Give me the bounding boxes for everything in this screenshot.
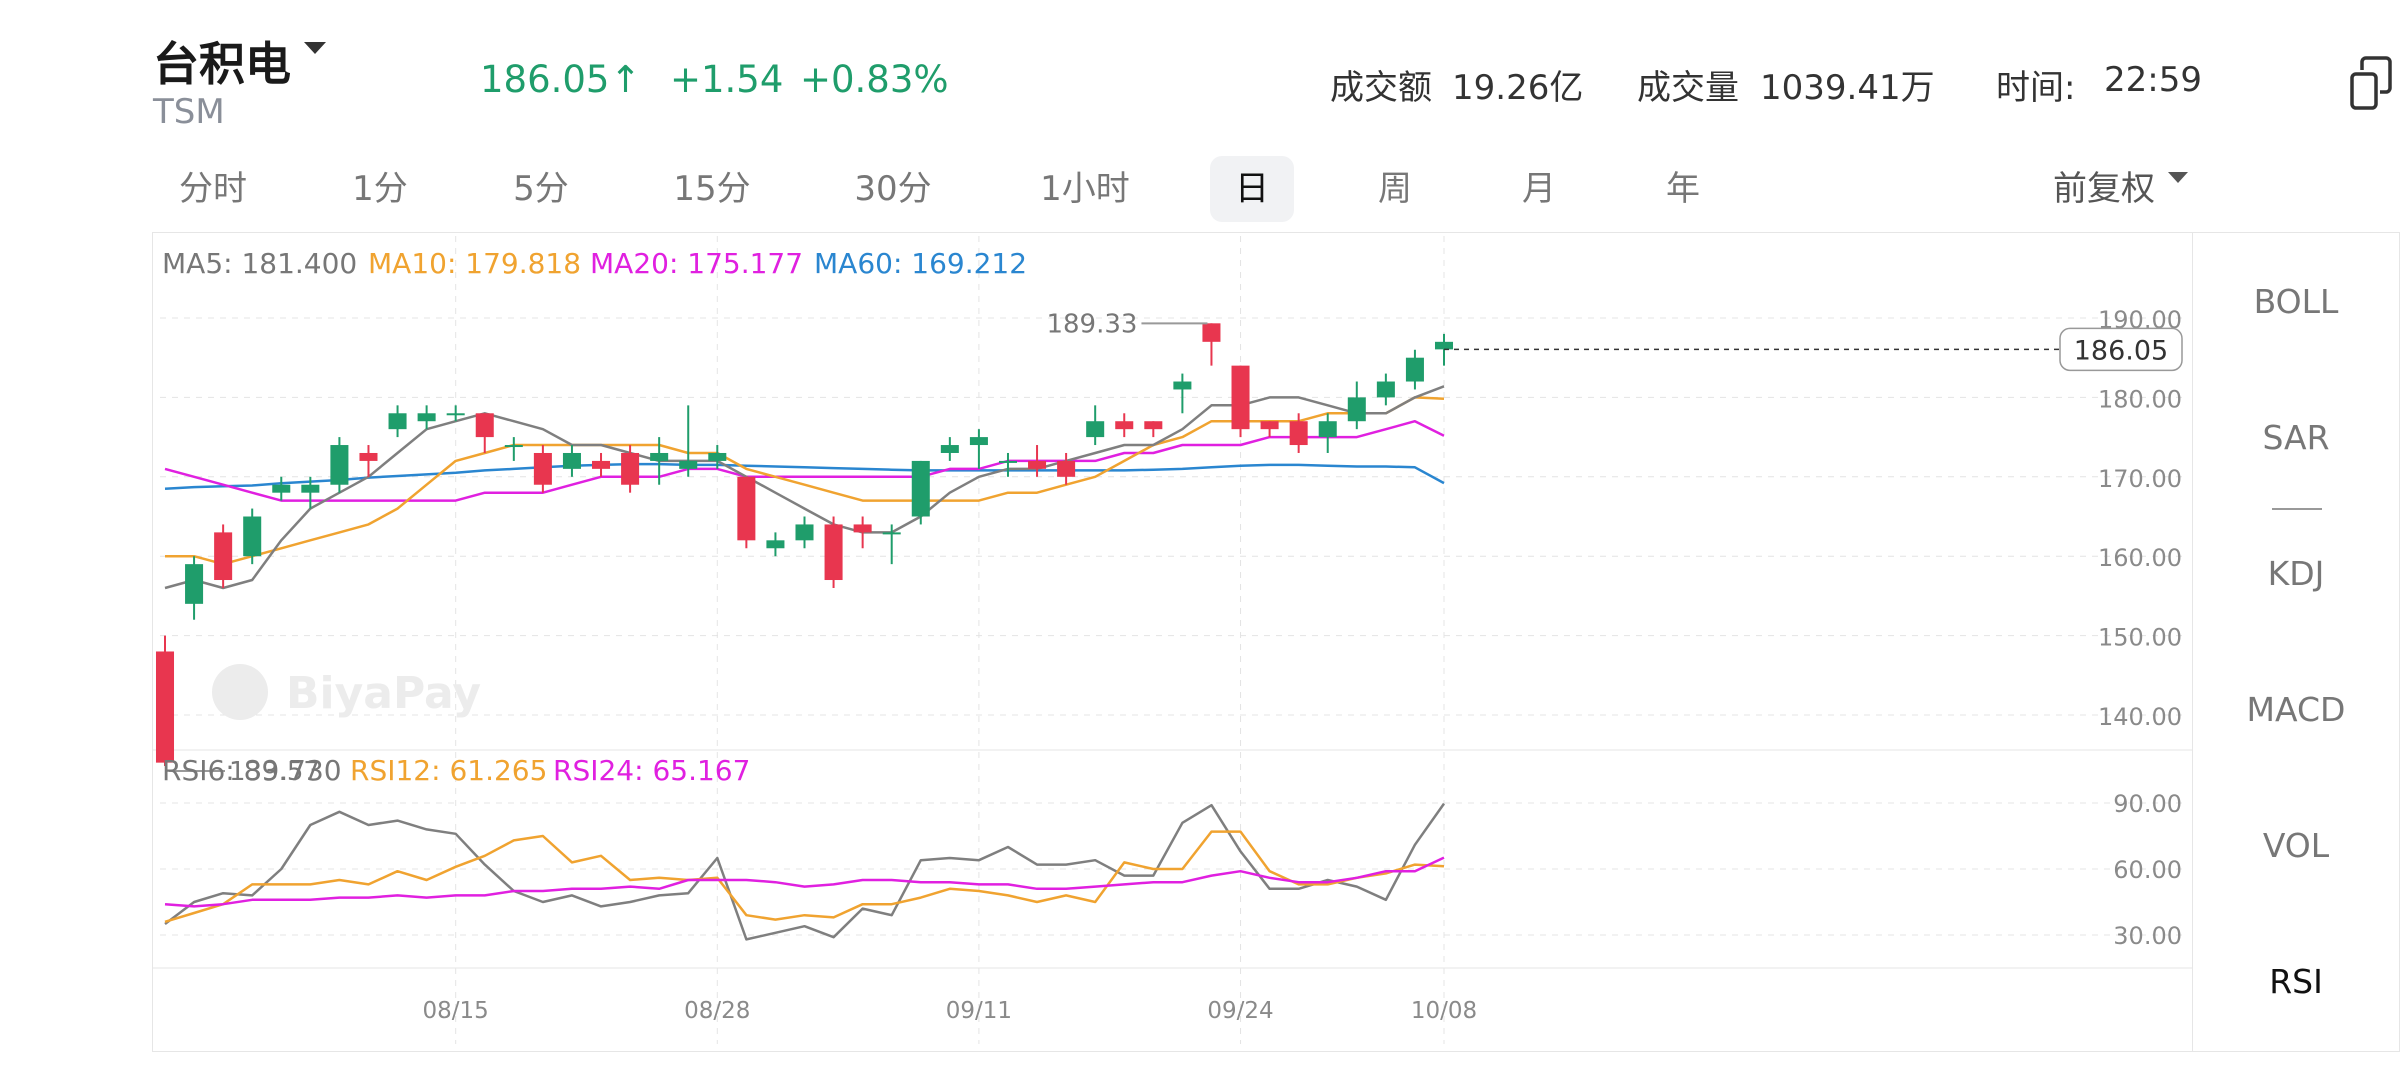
candle-body [504,445,523,448]
stock-chart[interactable]: 190.00180.00170.00160.00150.00140.0008/1… [0,0,2400,1080]
candle-body [446,413,465,416]
x-tick-label: 09/11 [946,998,1012,1024]
indicator-macd[interactable]: MACD [2192,690,2400,729]
candle-body [533,452,552,485]
candle-body [1173,381,1192,390]
candle-body [621,452,640,485]
candle-body [185,564,204,604]
candle-body [359,452,378,461]
indicator-kdj[interactable]: KDJ [2192,554,2400,593]
candle-body [562,452,581,469]
candle-body [911,460,930,517]
candle-body [388,413,407,430]
candle-body [330,445,349,485]
rsi-legend-rsi12: RSI12: 61.265 [350,754,547,787]
indicator-divider [2272,508,2322,510]
candle-body [1405,357,1424,382]
candle-body [853,524,872,533]
candle-body [417,413,436,422]
candle-body [1115,421,1134,430]
ma-legend-ma60: MA60: 169.212 [814,247,1027,280]
y-tick-label: 170.00 [2098,465,2182,493]
candle-body [1289,421,1308,446]
rsi-legend-rsi6: RSI6: 89.730 [162,754,342,787]
candle-body [882,532,901,535]
indicator-vol[interactable]: VOL [2192,826,2400,865]
indicator-sar[interactable]: SAR [2192,418,2400,457]
candle-body [1144,421,1163,430]
x-tick-label: 09/24 [1207,998,1273,1024]
rsi-legend-rsi24: RSI24: 65.167 [553,754,750,787]
x-tick-label: 10/08 [1411,998,1477,1024]
candle-body [998,460,1017,463]
candle-body [1231,365,1250,430]
y-tick-label: 180.00 [2098,385,2182,413]
candle-body [766,540,785,549]
candle-body [243,516,262,557]
watermark-logo-icon [212,664,268,720]
candle-body [708,452,727,461]
ma20-line [164,419,1445,502]
candle-body [1434,341,1454,350]
candle-body [155,651,175,763]
candle-body [940,445,959,453]
rsi-line-rsi6 [164,802,1446,941]
candle-body [214,532,233,581]
candle-body [1086,421,1105,438]
y-tick-label: 160.00 [2098,544,2182,572]
candle-body [301,484,320,493]
ma-legend-ma5: MA5: 181.400 [162,247,357,280]
x-tick-label: 08/15 [423,998,489,1024]
candle-body [1318,421,1337,438]
y-tick-label: 140.00 [2098,703,2182,731]
candle-body [1260,421,1279,430]
ma-legend-ma20: MA20: 175.177 [590,247,803,280]
ma-legend-ma10: MA10: 179.818 [368,247,581,280]
candle-body [592,460,611,469]
rsi-y-tick-label: 30.00 [2113,922,2182,950]
indicator-rsi[interactable]: RSI [2192,962,2400,1001]
candle-body [1202,323,1221,342]
candle-body [1347,397,1366,422]
candle-body [475,413,494,438]
rsi-y-tick-label: 60.00 [2113,856,2182,884]
last-price-label: 186.05 [2074,335,2168,366]
rsi-y-tick-label: 90.00 [2113,790,2182,818]
candle-body [969,437,988,446]
candle-body [1376,381,1395,398]
indicator-panel [2192,232,2400,1052]
candle-body [795,524,814,541]
candle-body [1028,460,1047,469]
y-tick-label: 150.00 [2098,624,2182,652]
candle-body [272,484,291,493]
candle-body [650,452,669,461]
watermark-text: BiyaPay [286,668,481,719]
candle-body [1057,460,1076,477]
rsi-line-rsi12 [164,830,1445,923]
candle-body [679,460,698,469]
candle-body [824,524,843,581]
x-tick-label: 08/28 [684,998,750,1024]
max-price-label: 189.33 [1046,309,1137,339]
candle-body [737,476,756,541]
ma5-line [164,385,1445,590]
indicator-boll[interactable]: BOLL [2192,282,2400,321]
